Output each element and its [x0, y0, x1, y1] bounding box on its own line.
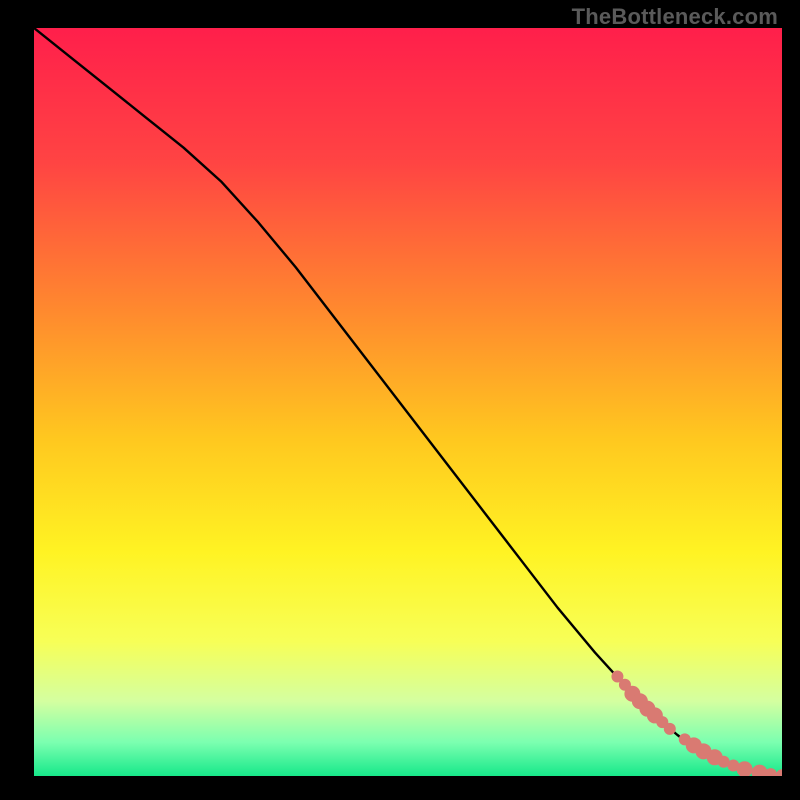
chart-background — [34, 28, 782, 776]
chart-plot — [34, 28, 782, 776]
watermark-text: TheBottleneck.com — [572, 4, 778, 30]
chart-svg — [34, 28, 782, 776]
tail-marker — [664, 723, 676, 735]
chart-frame: TheBottleneck.com — [0, 0, 800, 800]
